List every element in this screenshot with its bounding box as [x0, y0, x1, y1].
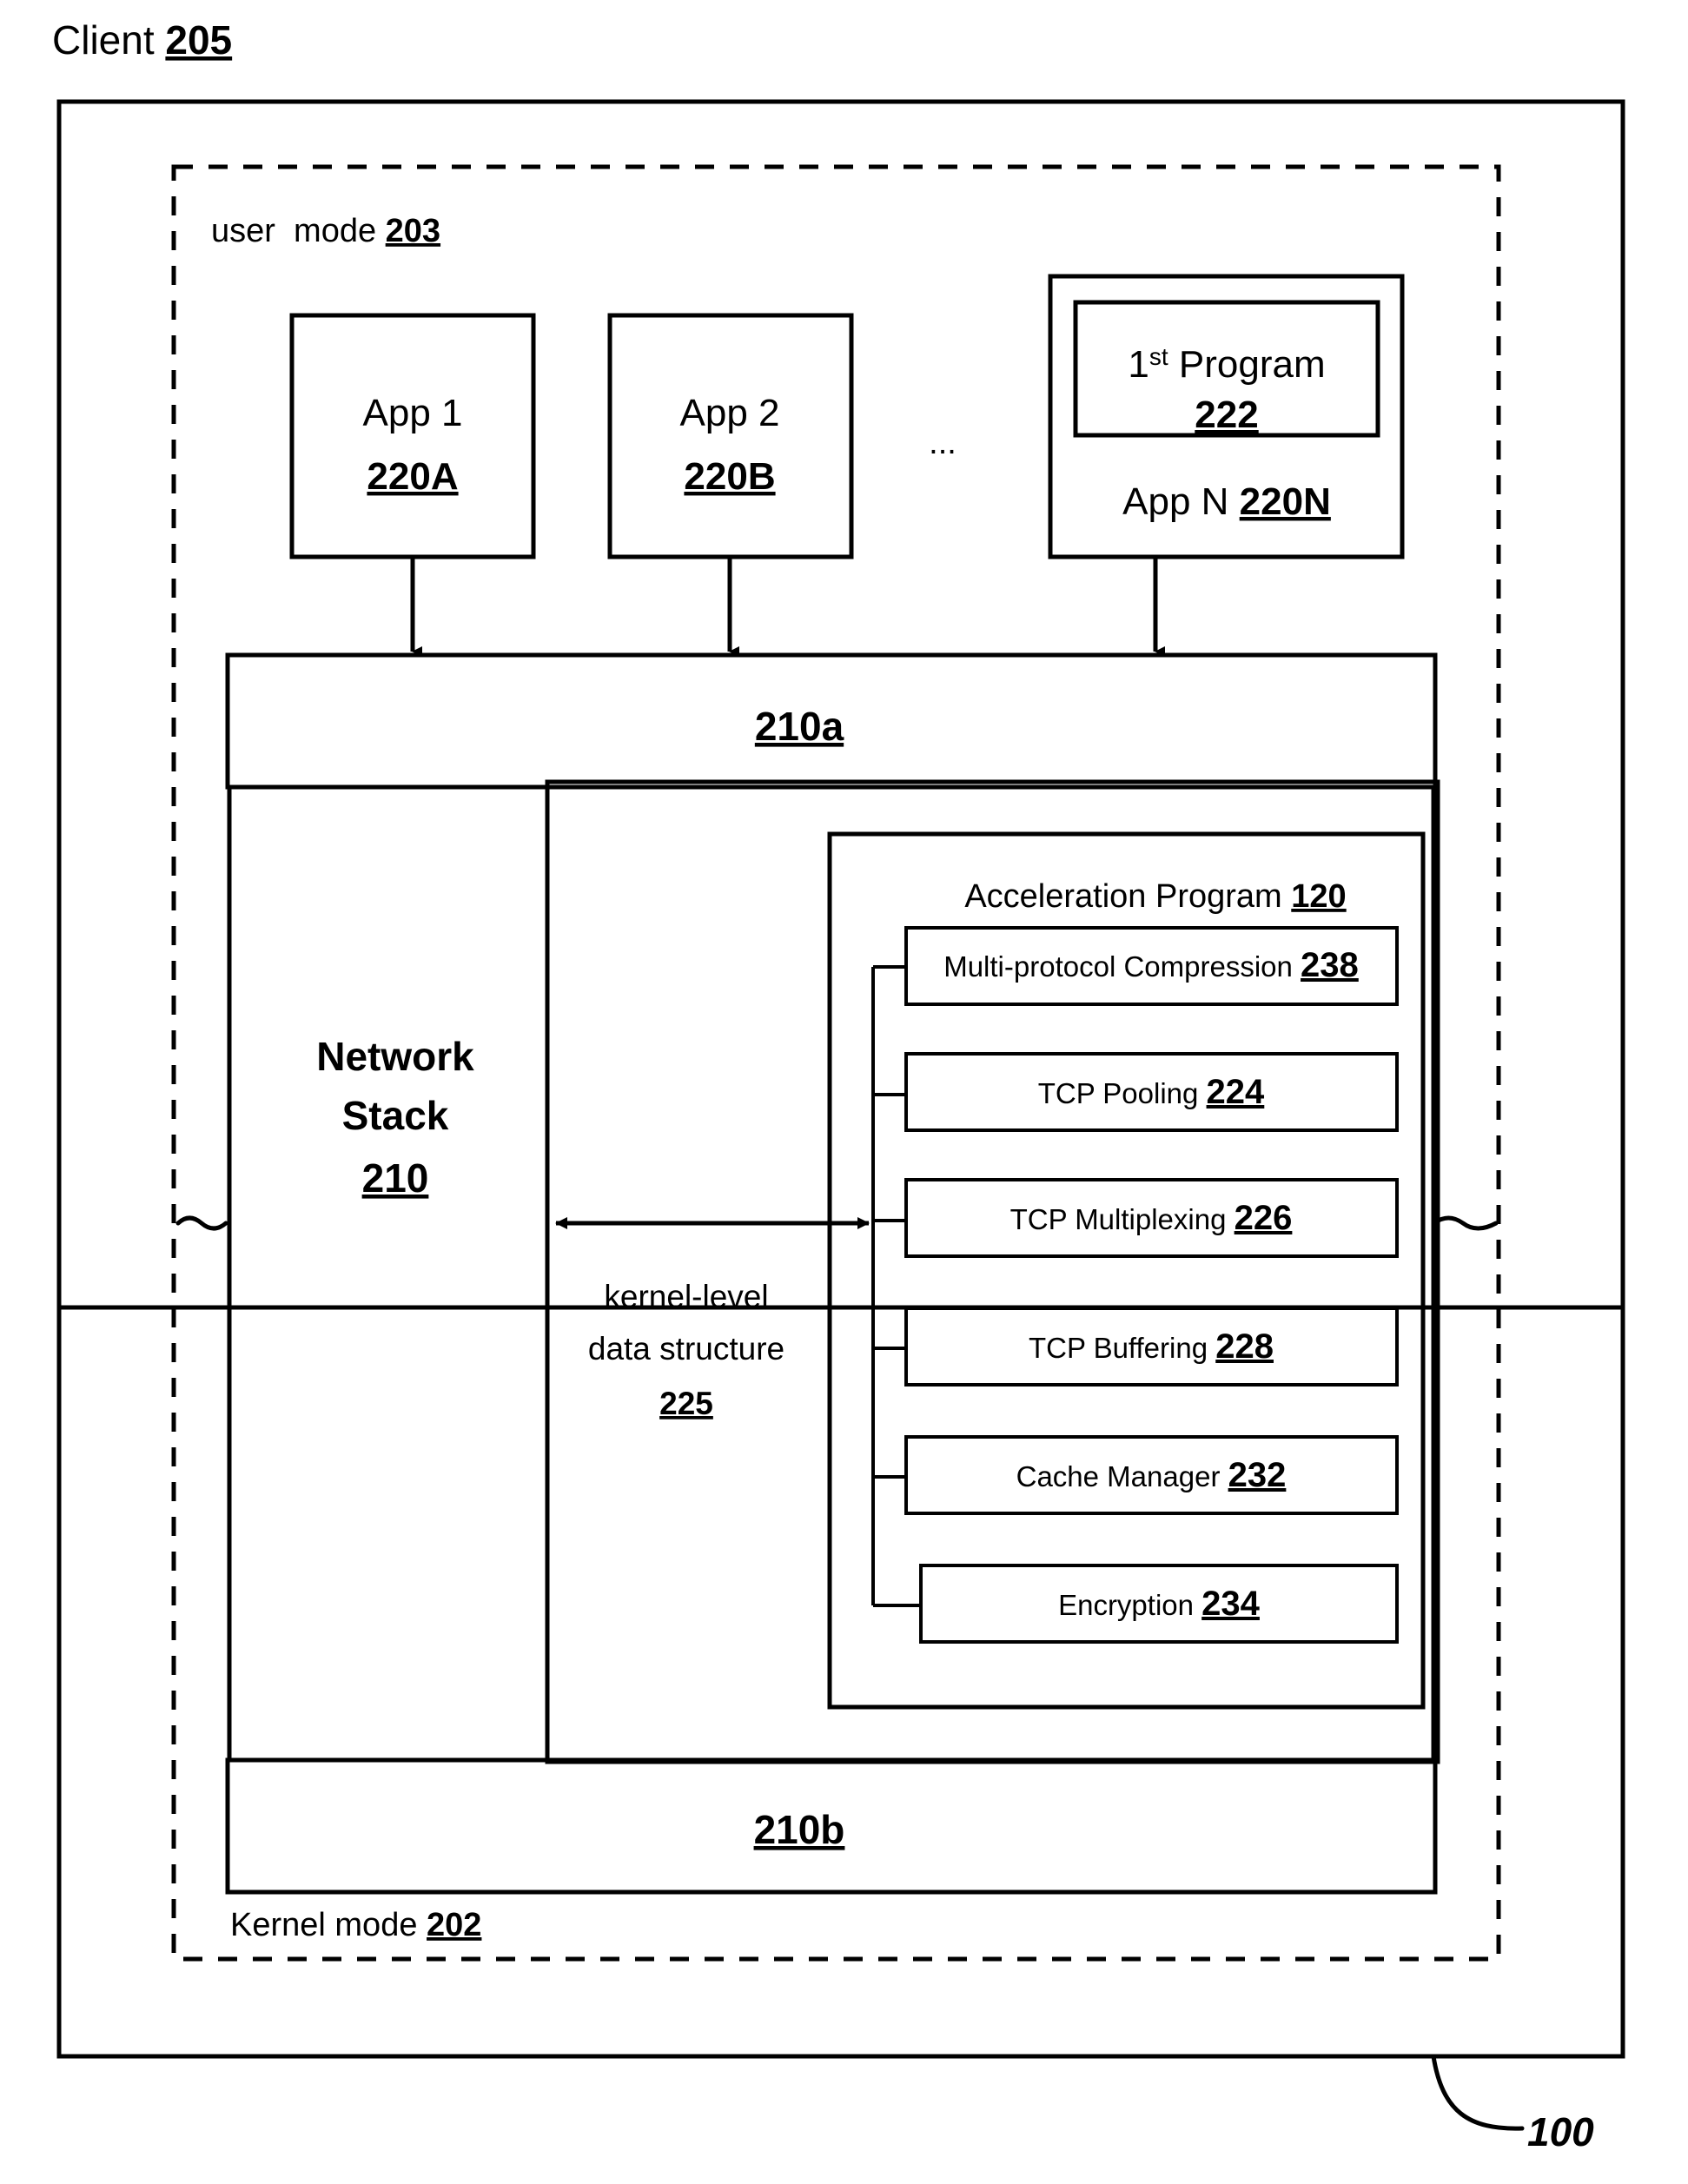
component-text-5: Encryption — [1058, 1589, 1194, 1621]
component-ref-3: 228 — [1215, 1327, 1274, 1366]
app1-name: App 1 — [363, 392, 463, 434]
component-text-0: Multi-protocol Compression — [943, 950, 1293, 983]
app2-box[interactable] — [607, 313, 854, 559]
figure-number: 100 — [1527, 2109, 1594, 2154]
app1-ref: 220A — [367, 455, 458, 498]
appn-label: App N 220N — [1122, 480, 1331, 523]
first-program-ref: 222 — [1195, 394, 1258, 436]
network-stack-upper-ref: 210a — [755, 704, 844, 749]
patent-figure: Client 205 user mode 203 App 1 220A App … — [0, 0, 1688, 2184]
first-program-prefix: 1 — [1128, 343, 1149, 386]
network-stack-lower-ref: 210b — [754, 1807, 845, 1852]
user-mode-text: user mode — [211, 213, 376, 249]
kernel-data-structure-line2: data structure — [588, 1331, 784, 1367]
app1-box[interactable] — [289, 313, 536, 559]
component-bracket — [871, 965, 921, 1607]
component-text-1: TCP Pooling — [1038, 1077, 1199, 1109]
component-text-3: TCP Buffering — [1029, 1332, 1208, 1364]
component-label-tcp-buffering: TCP Buffering 228 — [1029, 1327, 1274, 1366]
first-program-sup: st — [1149, 343, 1168, 370]
component-ref-2: 226 — [1235, 1199, 1293, 1237]
appn-name: App N — [1122, 480, 1228, 523]
kernel-mode-ref: 202 — [427, 1907, 481, 1943]
kernel-data-structure-line1: kernel-level — [604, 1279, 768, 1314]
component-label-tcp-pooling: TCP Pooling 224 — [1038, 1073, 1265, 1111]
network-stack-line1: Network — [316, 1034, 474, 1079]
kernel-mode-text: Kernel mode — [230, 1907, 417, 1943]
apps-ellipsis: ... — [929, 425, 957, 461]
acceleration-title-text: Acceleration Program — [964, 878, 1281, 915]
figure-title-label: Client — [52, 17, 155, 63]
component-label-multi-protocol-compression: Multi-protocol Compression 238 — [943, 946, 1359, 984]
component-ref-5: 234 — [1201, 1585, 1260, 1623]
first-program-label: 1st Program — [1128, 343, 1325, 386]
acceleration-title-ref: 120 — [1291, 878, 1346, 915]
diagram-canvas: Client 205 user mode 203 App 1 220A App … — [52, 17, 1625, 2154]
component-ref-4: 232 — [1228, 1456, 1287, 1494]
app2-name: App 2 — [680, 392, 780, 434]
network-stack-ref: 210 — [362, 1155, 429, 1201]
component-label-cache-manager: Cache Manager 232 — [1016, 1456, 1287, 1494]
app2-ref: 220B — [684, 455, 775, 498]
right-break-squiggle — [1432, 1215, 1499, 1231]
component-text-2: TCP Multiplexing — [1010, 1203, 1227, 1235]
figure-number-leader — [1431, 2054, 1525, 2131]
network-stack-line2: Stack — [342, 1093, 449, 1138]
first-program-word: Program — [1179, 343, 1326, 386]
component-label-encryption: Encryption 234 — [1058, 1585, 1261, 1623]
appn-ref: 220N — [1240, 480, 1331, 523]
kernel-data-structure-ref: 225 — [659, 1386, 713, 1421]
user-mode-label: user mode 203 — [211, 213, 440, 249]
user-mode-ref: 203 — [386, 213, 440, 249]
figure-title-ref: 205 — [165, 17, 232, 63]
component-label-tcp-multiplexing: TCP Multiplexing 226 — [1010, 1199, 1293, 1237]
component-ref-1: 224 — [1207, 1073, 1265, 1111]
component-text-4: Cache Manager — [1016, 1460, 1221, 1492]
acceleration-program-title: Acceleration Program 120 — [964, 878, 1346, 915]
left-break-squiggle — [175, 1215, 228, 1231]
component-ref-0: 238 — [1301, 946, 1359, 984]
figure-title: Client 205 — [52, 17, 232, 63]
kernel-mode-label: Kernel mode 202 — [230, 1907, 481, 1943]
